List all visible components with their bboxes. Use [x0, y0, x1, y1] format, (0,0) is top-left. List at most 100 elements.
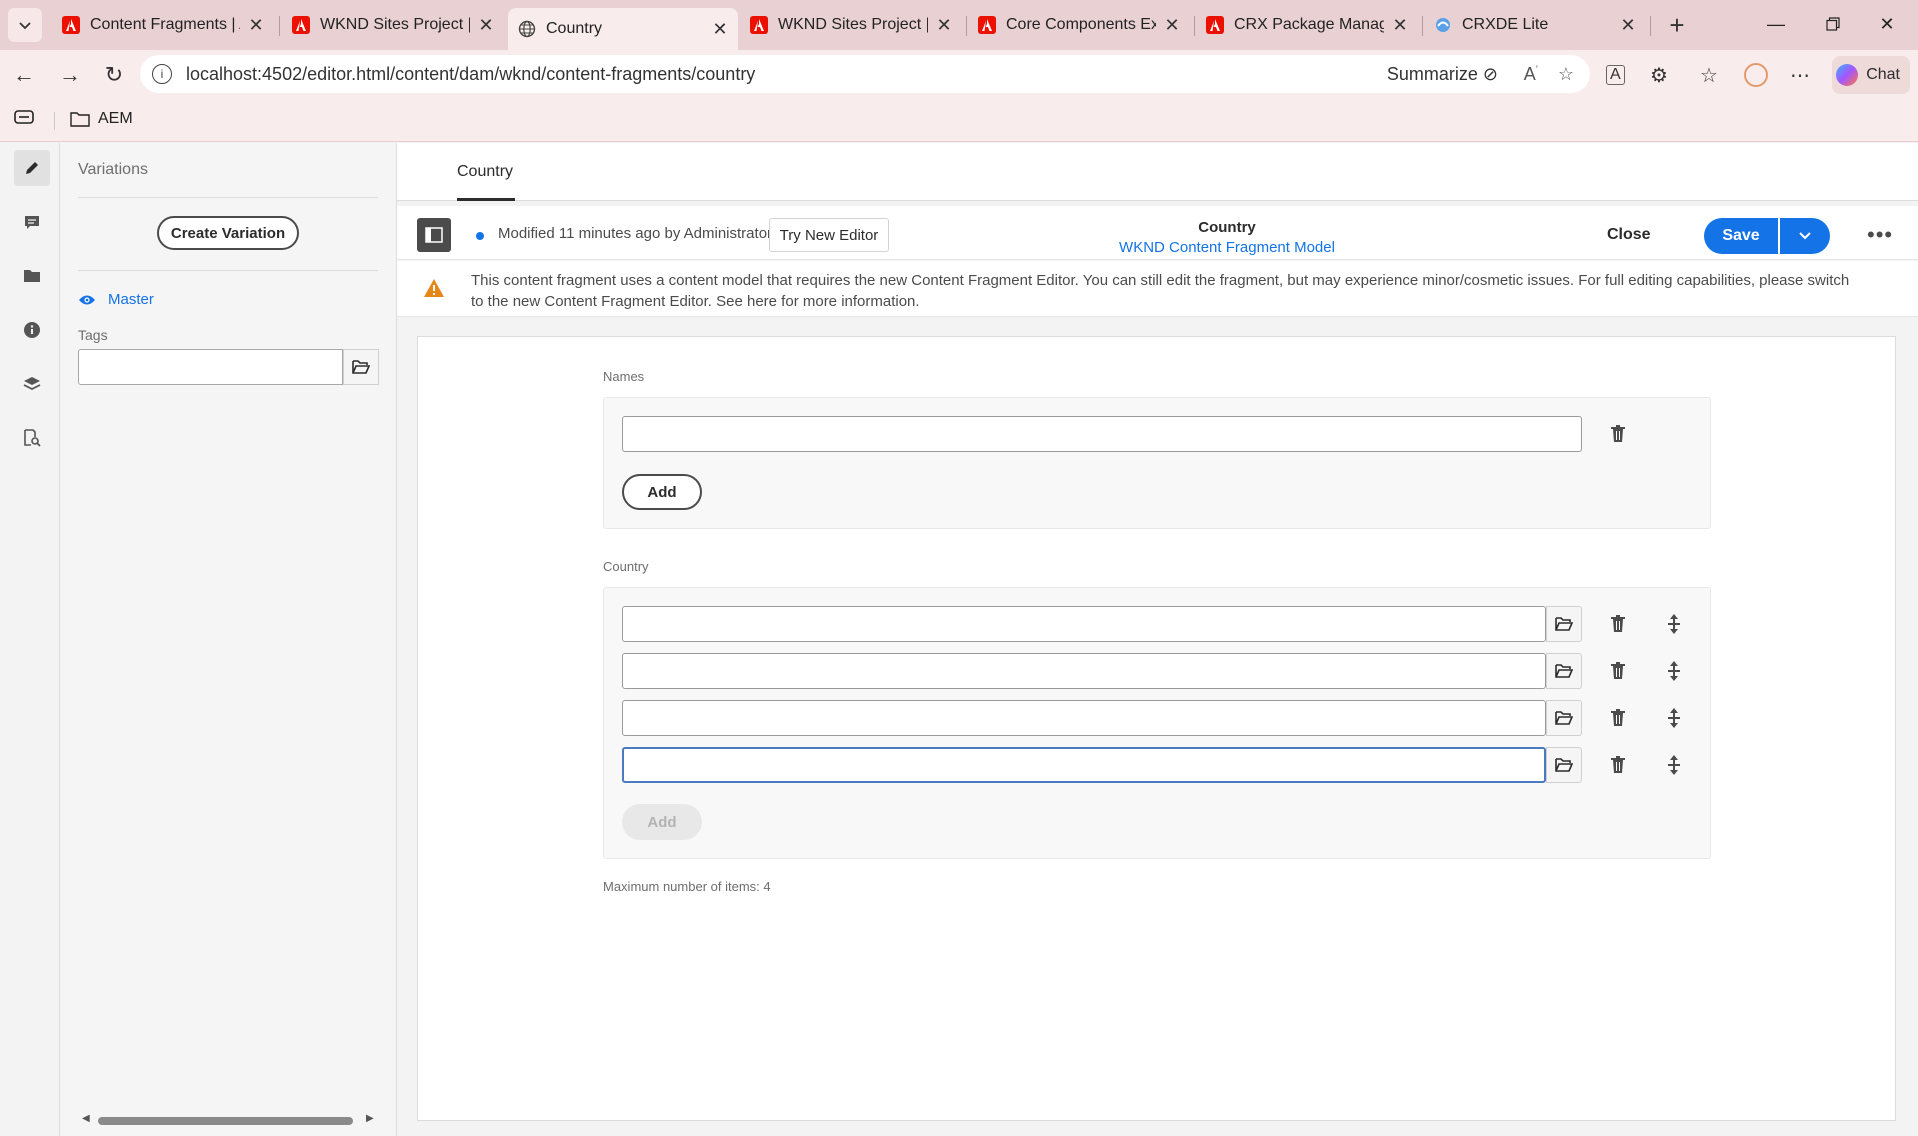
adobe-icon	[750, 16, 768, 34]
delete-name-button[interactable]	[1604, 420, 1632, 448]
reading-list-icon[interactable]	[14, 110, 34, 124]
browser-tab-strip: Content Fragments | AE ✕ WKND Sites Proj…	[0, 0, 1918, 50]
names-add-button[interactable]: Add	[622, 474, 702, 510]
try-new-editor-button[interactable]: Try New Editor	[769, 218, 889, 252]
country-browse-button[interactable]	[1546, 747, 1582, 783]
site-info-icon[interactable]: i	[152, 64, 172, 84]
reorder-handle[interactable]	[1660, 751, 1688, 779]
trash-icon	[1611, 615, 1625, 632]
scroll-right-arrow-icon[interactable]: ▶	[366, 1113, 374, 1124]
country-browse-button[interactable]	[1546, 700, 1582, 736]
create-variation-button[interactable]: Create Variation	[157, 216, 299, 250]
summarize-button[interactable]: Summarize ⊘	[1387, 64, 1498, 85]
reorder-handle[interactable]	[1660, 657, 1688, 685]
close-tab-icon[interactable]: ✕	[1164, 15, 1180, 36]
browser-tab[interactable]: WKND Sites Project | Co ✕	[740, 8, 962, 42]
country-input[interactable]	[622, 606, 1546, 642]
delete-country-button[interactable]	[1604, 610, 1632, 638]
rail-layers-button[interactable]	[14, 366, 50, 402]
reload-icon: ↻	[104, 62, 124, 87]
tab-country[interactable]: Country	[457, 163, 513, 181]
modified-status-text: Modified 11 minutes ago by Administrator	[498, 225, 773, 242]
browser-tab[interactable]: WKND Sites Project | Co ✕	[282, 8, 504, 42]
browser-tab[interactable]: Core Components Exam ✕	[968, 8, 1190, 42]
rail-annotations-button[interactable]	[14, 204, 50, 240]
reorder-handle[interactable]	[1660, 704, 1688, 732]
adobe-icon	[1206, 16, 1224, 34]
tab-actions-menu-button[interactable]	[8, 8, 42, 42]
read-aloud-icon[interactable]: Aʼ	[1524, 64, 1538, 85]
back-button[interactable]: ←	[8, 59, 40, 91]
master-label: Master	[108, 291, 154, 308]
save-button[interactable]: Save	[1704, 218, 1778, 254]
country-input[interactable]	[622, 747, 1546, 783]
favorites-icon[interactable]: ☆	[1700, 63, 1718, 88]
variation-master[interactable]: Master	[78, 291, 154, 308]
close-tab-icon[interactable]: ✕	[248, 15, 264, 36]
close-tab-icon[interactable]: ✕	[712, 19, 728, 40]
country-input[interactable]	[622, 653, 1546, 689]
bookmark-divider	[54, 112, 55, 130]
bookmark-folder-aem[interactable]: AEM	[70, 110, 133, 128]
country-browse-button[interactable]	[1546, 653, 1582, 689]
rail-search-references-button[interactable]	[14, 420, 50, 456]
divider	[78, 270, 378, 271]
reload-button[interactable]: ↻	[98, 59, 130, 91]
rail-edit-button[interactable]	[14, 150, 50, 186]
more-menu-icon[interactable]: ⋯	[1790, 63, 1810, 88]
restore-window-button[interactable]	[1808, 0, 1858, 48]
rail-info-button[interactable]	[14, 312, 50, 348]
panel-horizontal-scrollbar[interactable]: ◀ ▶	[78, 1113, 378, 1127]
tags-browse-button[interactable]	[343, 349, 379, 385]
scroll-left-arrow-icon[interactable]: ◀	[82, 1113, 90, 1124]
toggle-side-panel-button[interactable]	[417, 218, 451, 252]
delete-country-button[interactable]	[1604, 704, 1632, 732]
close-tab-icon[interactable]: ✕	[1392, 15, 1408, 36]
delete-country-button[interactable]	[1604, 751, 1632, 779]
fragment-title: Country	[1198, 219, 1256, 236]
country-browse-button[interactable]	[1546, 606, 1582, 642]
browser-tab-active[interactable]: Country ✕	[508, 8, 738, 50]
fragment-model-link[interactable]: WKND Content Fragment Model	[1027, 239, 1427, 256]
drag-reorder-icon	[1668, 661, 1680, 681]
tab-title: Country	[546, 20, 603, 37]
scrollbar-thumb[interactable]	[98, 1117, 353, 1125]
browser-tab[interactable]: CRXDE Lite ✕	[1424, 8, 1646, 42]
rail-assets-button[interactable]	[14, 258, 50, 294]
extensions-puzzle-icon[interactable]: ⚙	[1650, 63, 1668, 88]
country-input[interactable]	[622, 700, 1546, 736]
delete-country-button[interactable]	[1604, 657, 1632, 685]
variation-tabs: Country	[397, 143, 1918, 201]
minimize-window-button[interactable]: —	[1750, 0, 1802, 48]
chat-label: Chat	[1866, 66, 1900, 83]
copilot-chat-button[interactable]: Chat	[1832, 56, 1910, 94]
favorite-star-icon[interactable]: ☆	[1558, 64, 1574, 85]
arrow-left-icon: ←	[13, 62, 35, 87]
acrobat-extension-icon[interactable]: A	[1606, 65, 1625, 85]
browser-tab[interactable]: CRX Package Manager ✕	[1196, 8, 1418, 42]
save-options-dropdown[interactable]	[1780, 218, 1830, 254]
side-rail	[0, 143, 60, 1136]
browser-tab[interactable]: Content Fragments | AE ✕	[52, 8, 274, 42]
names-input[interactable]	[622, 416, 1582, 452]
address-bar[interactable]: i localhost:4502/editor.html/content/dam…	[140, 55, 1590, 93]
adobe-icon	[292, 16, 310, 34]
divider	[78, 197, 378, 198]
more-actions-icon[interactable]: •••	[1867, 222, 1893, 248]
close-tab-icon[interactable]: ✕	[478, 15, 494, 36]
close-window-button[interactable]: ✕	[1862, 0, 1912, 48]
close-tab-icon[interactable]: ✕	[936, 15, 952, 36]
profile-icon[interactable]	[1744, 63, 1768, 87]
address-bar-row: ← → ↻ i localhost:4502/editor.html/conte…	[0, 50, 1918, 100]
forward-button[interactable]: →	[54, 59, 86, 91]
reorder-handle[interactable]	[1660, 610, 1688, 638]
comment-icon	[25, 216, 39, 229]
close-button[interactable]: Close	[1607, 226, 1651, 244]
restore-icon	[1826, 17, 1840, 31]
url-text[interactable]: localhost:4502/editor.html/content/dam/w…	[186, 64, 755, 85]
new-tab-button[interactable]: +	[1660, 8, 1694, 42]
close-tab-icon[interactable]: ✕	[1620, 15, 1636, 36]
plus-icon: +	[1669, 9, 1685, 40]
drag-reorder-icon	[1668, 614, 1680, 634]
tags-input[interactable]	[78, 349, 343, 385]
